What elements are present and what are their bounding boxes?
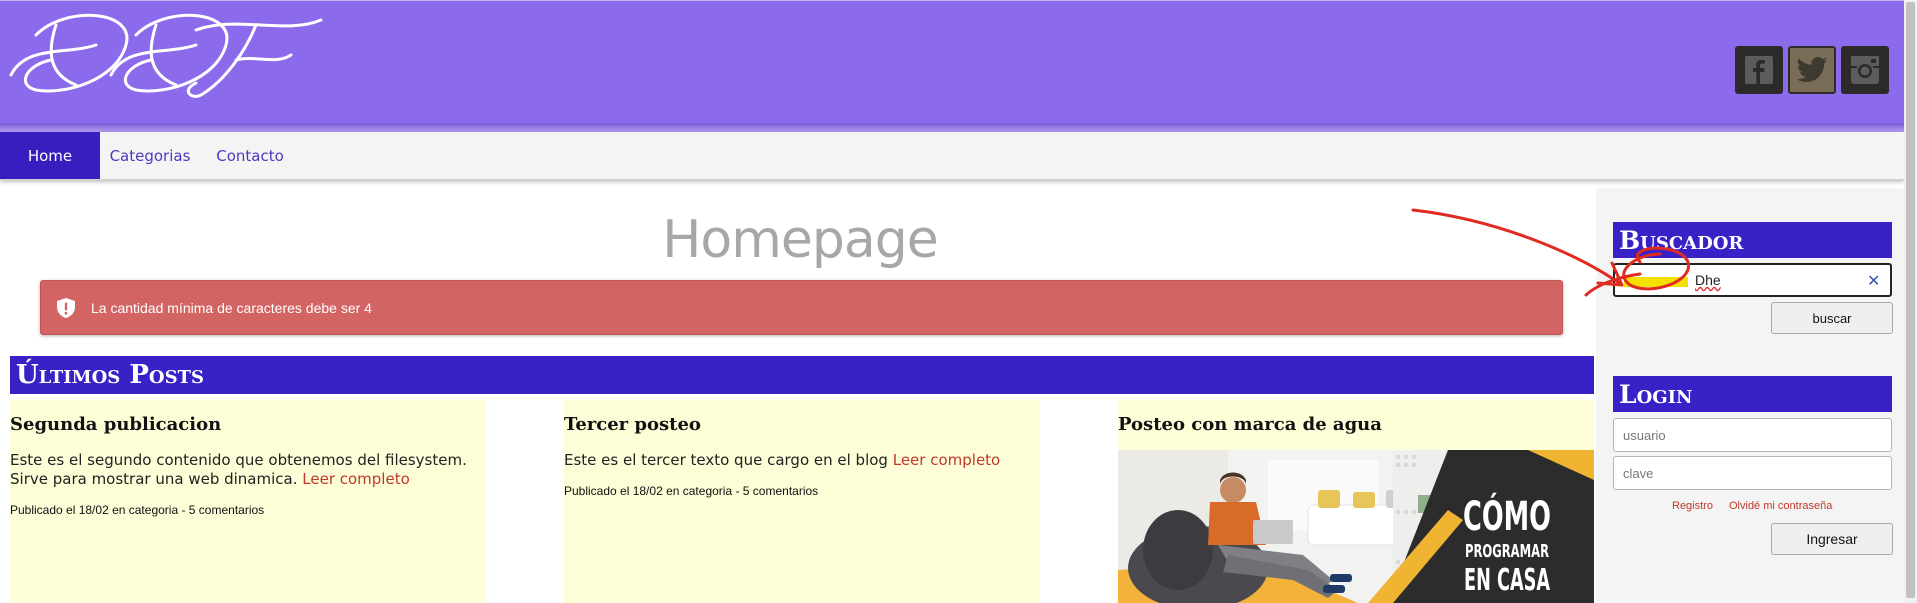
- post-meta: Publicado el 18/02 en categoria - 5 come…: [10, 503, 265, 517]
- image-text-line: PROGRAMAR: [1465, 541, 1549, 562]
- search-highlight-mark: [1624, 277, 1688, 287]
- site-header: [0, 0, 1904, 133]
- shield-alert-icon: [57, 297, 75, 318]
- post-title[interactable]: Segunda publicacion: [10, 414, 486, 435]
- search-widget-title: Buscador: [1613, 222, 1892, 258]
- post-title[interactable]: Posteo con marca de agua: [1118, 414, 1594, 435]
- post-excerpt: Este es el tercer texto que cargo en el …: [564, 451, 1001, 469]
- main-nav: Home Categorias Contacto: [0, 132, 1904, 180]
- twitter-button[interactable]: [1788, 46, 1836, 94]
- forgot-password-link[interactable]: Olvidé mi contraseña: [1729, 500, 1832, 512]
- clear-search-icon[interactable]: ✕: [1867, 271, 1880, 290]
- page-title: Homepage: [662, 210, 938, 270]
- instagram-button[interactable]: [1841, 46, 1889, 94]
- post-card: Posteo con marca de agua CÓMO PROGRAMAR …: [1118, 400, 1594, 603]
- instagram-icon: [1851, 56, 1879, 84]
- username-field[interactable]: usuario: [1613, 418, 1892, 452]
- alert-message: La cantidad mínima de caracteres debe se…: [91, 299, 372, 316]
- image-text-line: EN CASA: [1464, 563, 1550, 598]
- post-excerpt: Este es el segundo contenido que obtenem…: [10, 451, 467, 488]
- validation-alert: La cantidad mínima de caracteres debe se…: [40, 280, 1563, 335]
- page-scrollbar[interactable]: [1904, 0, 1917, 603]
- facebook-button[interactable]: [1735, 46, 1783, 94]
- register-link[interactable]: Registro: [1672, 500, 1713, 512]
- post-card: Segunda publicacion Este es el segundo c…: [10, 400, 486, 603]
- login-button[interactable]: Ingresar: [1771, 523, 1893, 555]
- post-title[interactable]: Tercer posteo: [564, 414, 1040, 435]
- post-meta: Publicado el 18/02 en categoria - 5 come…: [564, 484, 819, 498]
- nav-item-contacto[interactable]: Contacto: [212, 132, 288, 179]
- section-title-posts: Últimos Posts: [10, 356, 1594, 394]
- post-card: Tercer posteo Este es el tercer texto qu…: [564, 400, 1040, 603]
- read-more-link[interactable]: Leer completo: [302, 470, 410, 488]
- search-button[interactable]: buscar: [1771, 302, 1893, 334]
- facebook-icon: [1745, 56, 1773, 84]
- post-thumbnail-illustration: CÓMO PROGRAMAR EN CASA: [1118, 450, 1594, 603]
- read-more-link[interactable]: Leer completo: [893, 451, 1001, 469]
- scrollbar-thumb[interactable]: [1906, 2, 1915, 598]
- twitter-icon: [1797, 57, 1827, 82]
- image-text-line: CÓMO: [1463, 492, 1551, 540]
- nav-item-categorias[interactable]: Categorias: [108, 132, 192, 179]
- nav-item-home[interactable]: Home: [0, 132, 100, 179]
- site-logo[interactable]: [6, 5, 326, 105]
- password-field[interactable]: clave: [1613, 456, 1892, 490]
- post-image[interactable]: CÓMO PROGRAMAR EN CASA: [1118, 450, 1594, 603]
- login-widget-title: Login: [1613, 376, 1892, 412]
